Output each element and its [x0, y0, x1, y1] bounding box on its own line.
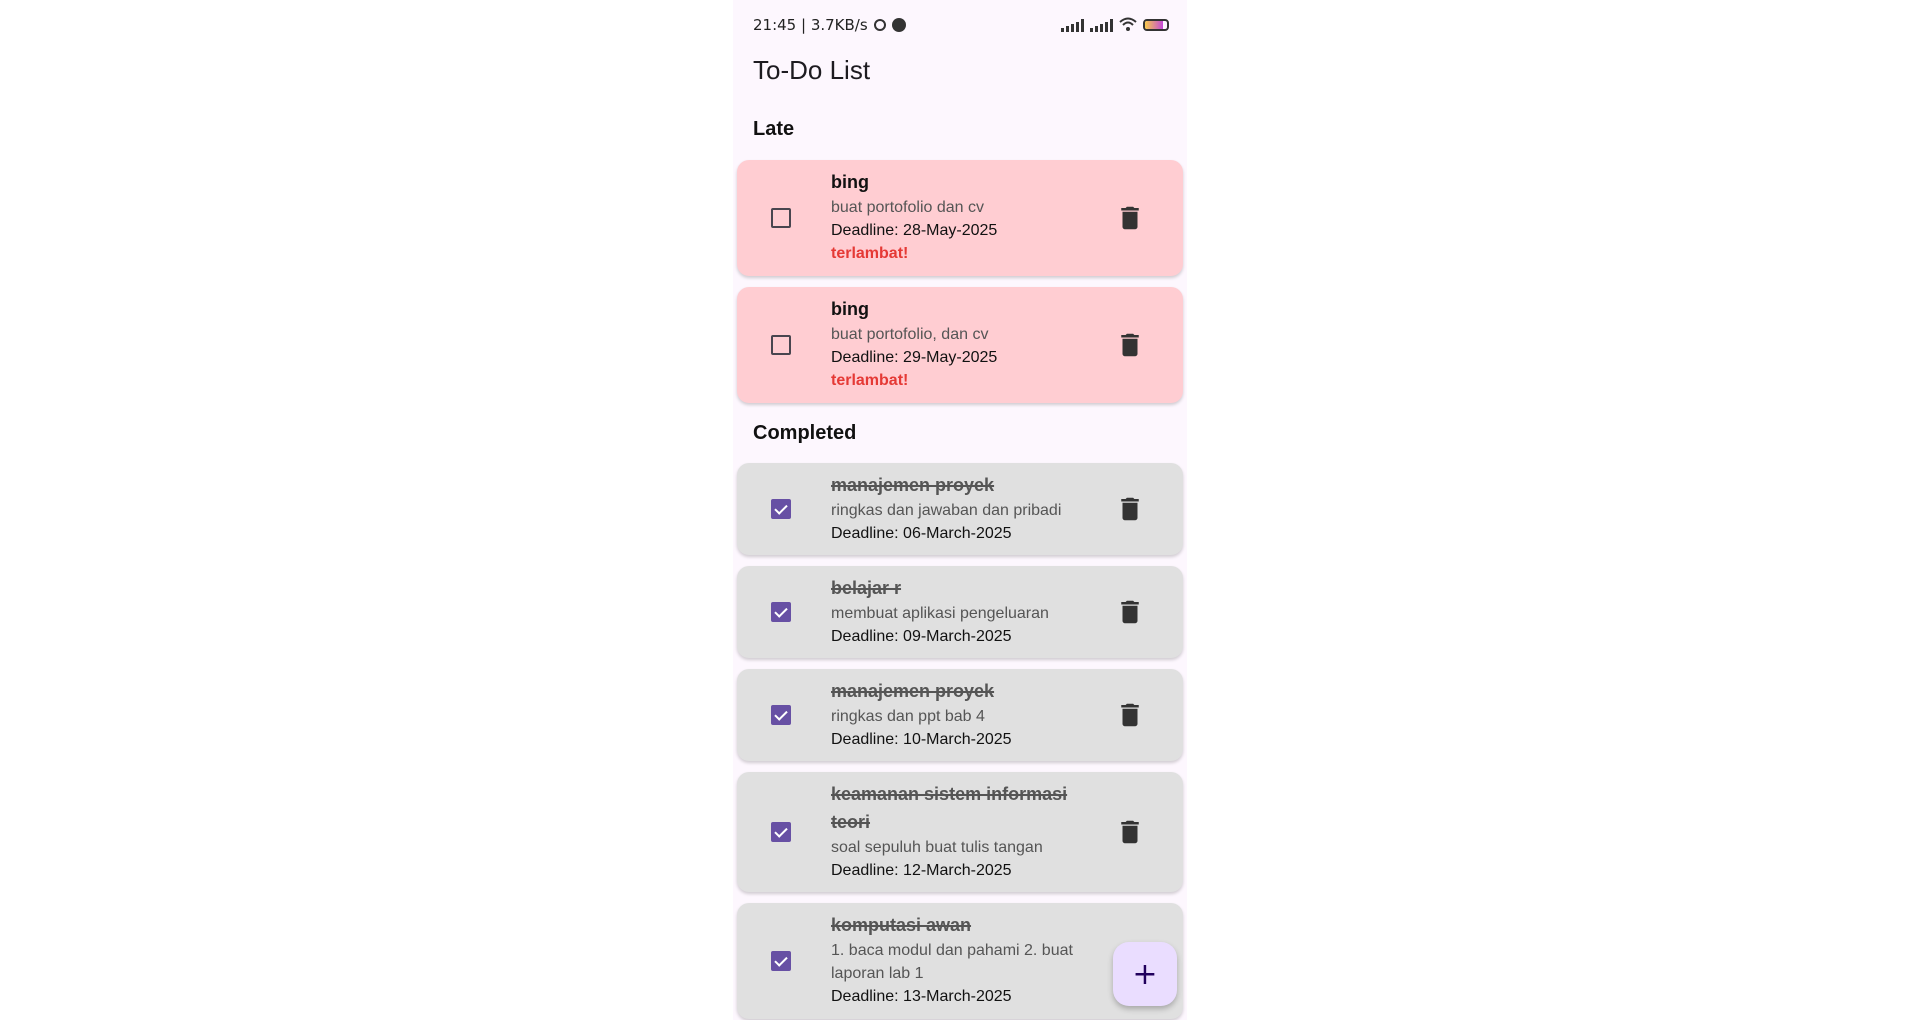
task-checkbox[interactable] — [771, 822, 791, 842]
delete-icon[interactable] — [1115, 597, 1145, 627]
status-bar: 21:45 | 3.7KB/s — [733, 0, 1187, 50]
add-icon: + — [1132, 956, 1158, 992]
task-deadline: Deadline: 28-May-2025 — [831, 222, 998, 239]
task-checkbox[interactable] — [771, 705, 791, 725]
signal-icon — [1061, 18, 1084, 32]
task-content: keamanan sistem informasi teori soal sep… — [831, 780, 1101, 882]
wifi-icon — [1119, 17, 1137, 34]
task-content: bing buat portofolio, dan cv Deadline: 2… — [831, 295, 1101, 392]
task-checkbox[interactable] — [771, 951, 791, 971]
signal-icon — [1090, 18, 1113, 32]
task-description: buat portofolio, dan cv — [831, 326, 989, 343]
task-content: komputasi awan 1. baca modul dan pahami … — [831, 911, 1101, 1008]
battery-fill — [1145, 21, 1163, 29]
delete-icon[interactable] — [1115, 494, 1145, 524]
task-card[interactable]: manajemen proyek ringkas dan jawaban dan… — [737, 463, 1183, 555]
alarm-icon — [873, 19, 886, 31]
task-checkbox[interactable] — [771, 499, 791, 519]
task-late-label: terlambat! — [831, 245, 909, 262]
task-deadline: Deadline: 06-March-2025 — [831, 525, 1012, 542]
task-title: keamanan sistem informasi teori — [831, 784, 1068, 832]
status-dot-icon — [891, 18, 906, 32]
task-checkbox[interactable] — [771, 335, 791, 355]
task-content: manajemen proyek ringkas dan ppt bab 4 D… — [831, 677, 1101, 751]
task-title: bing — [831, 299, 869, 319]
task-description: ringkas dan jawaban dan pribadi — [831, 502, 1062, 519]
status-right — [1061, 17, 1169, 34]
task-card[interactable]: bing buat portofolio dan cv Deadline: 28… — [737, 160, 1183, 276]
delete-icon[interactable] — [1115, 700, 1145, 730]
phone-screen: 21:45 | 3.7KB/s To-Do List Late Complete… — [733, 0, 1187, 1020]
task-deadline: Deadline: 10-March-2025 — [831, 731, 1012, 748]
task-description: buat portofolio dan cv — [831, 199, 984, 216]
task-deadline: Deadline: 12-March-2025 — [831, 862, 1012, 879]
task-title: belajar r — [831, 578, 902, 598]
task-deadline: Deadline: 29-May-2025 — [831, 349, 998, 366]
delete-icon[interactable] — [1115, 203, 1145, 233]
task-late-label: terlambat! — [831, 372, 909, 389]
status-time: 21:45 | 3.7KB/s — [753, 16, 868, 34]
task-title: komputasi awan — [831, 915, 972, 935]
task-card[interactable]: keamanan sistem informasi teori soal sep… — [737, 772, 1183, 892]
task-description: soal sepuluh buat tulis tangan — [831, 839, 1043, 856]
task-card[interactable]: bing buat portofolio, dan cv Deadline: 2… — [737, 287, 1183, 403]
task-title: bing — [831, 172, 869, 192]
battery-icon — [1143, 19, 1169, 31]
task-content: manajemen proyek ringkas dan jawaban dan… — [831, 471, 1101, 545]
delete-icon[interactable] — [1115, 817, 1145, 847]
task-title: manajemen proyek — [831, 475, 995, 495]
task-checkbox[interactable] — [771, 602, 791, 622]
task-checkbox[interactable] — [771, 208, 791, 228]
delete-icon[interactable] — [1115, 330, 1145, 360]
page-title: To-Do List — [753, 55, 871, 85]
add-task-button[interactable]: + — [1113, 942, 1177, 1006]
task-deadline: Deadline: 13-March-2025 — [831, 988, 1012, 1005]
task-deadline: Deadline: 09-March-2025 — [831, 628, 1012, 645]
task-content: belajar r membuat aplikasi pengeluaran D… — [831, 574, 1101, 648]
task-description: 1. baca modul dan pahami 2. buat laporan… — [831, 942, 1073, 982]
task-title: manajemen proyek — [831, 681, 995, 701]
status-left: 21:45 | 3.7KB/s — [753, 16, 906, 34]
section-title-completed: Completed — [753, 422, 857, 444]
section-title-late: Late — [753, 118, 795, 140]
task-description: membuat aplikasi pengeluaran — [831, 605, 1049, 622]
task-description: ringkas dan ppt bab 4 — [831, 708, 985, 725]
task-content: bing buat portofolio dan cv Deadline: 28… — [831, 168, 1101, 265]
task-card[interactable]: manajemen proyek ringkas dan ppt bab 4 D… — [737, 669, 1183, 761]
task-card[interactable]: belajar r membuat aplikasi pengeluaran D… — [737, 566, 1183, 658]
